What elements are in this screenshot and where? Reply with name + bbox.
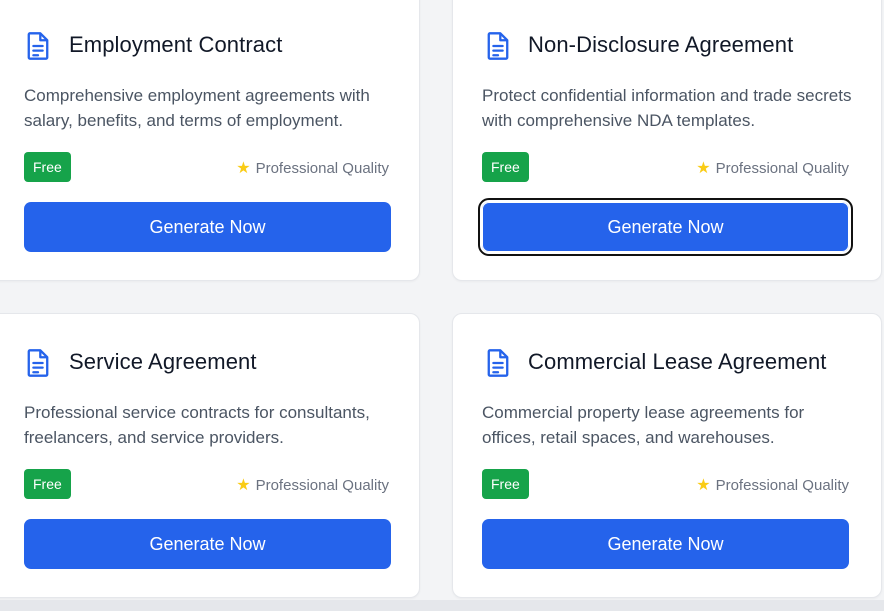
generate-now-button[interactable]: Generate Now bbox=[482, 519, 849, 569]
generate-now-button[interactable]: Generate Now bbox=[478, 198, 853, 256]
quality-label: ★ Professional Quality bbox=[696, 158, 849, 178]
template-card-non-disclosure-agreement: Non-Disclosure Agreement Protect confide… bbox=[452, 0, 882, 281]
card-description: Comprehensive employment agreements with… bbox=[24, 86, 370, 130]
card-description: Commercial property lease agreements for… bbox=[482, 403, 805, 447]
template-card-employment-contract: Employment Contract Comprehensive employ… bbox=[0, 0, 420, 281]
document-icon bbox=[27, 32, 49, 60]
free-badge: Free bbox=[24, 469, 71, 499]
document-icon bbox=[487, 349, 509, 377]
quality-label: ★ Professional Quality bbox=[236, 158, 389, 178]
free-badge: Free bbox=[482, 469, 529, 499]
card-title: Service Agreement bbox=[69, 349, 257, 374]
quality-text: Professional Quality bbox=[255, 477, 389, 494]
generate-now-button[interactable]: Generate Now bbox=[24, 519, 391, 569]
template-card-commercial-lease-agreement: Commercial Lease Agreement Commercial pr… bbox=[452, 313, 882, 598]
free-badge: Free bbox=[24, 152, 71, 182]
star-icon: ★ bbox=[236, 160, 251, 177]
page-bottom-edge bbox=[0, 600, 884, 611]
quality-text: Professional Quality bbox=[715, 160, 849, 177]
card-title: Employment Contract bbox=[69, 32, 283, 57]
quality-text: Professional Quality bbox=[255, 160, 389, 177]
document-icon bbox=[27, 349, 49, 377]
document-icon bbox=[487, 32, 509, 60]
star-icon: ★ bbox=[236, 477, 251, 494]
card-description: Protect confidential information and tra… bbox=[482, 86, 852, 130]
card-title: Non-Disclosure Agreement bbox=[528, 32, 794, 57]
quality-text: Professional Quality bbox=[715, 477, 849, 494]
free-badge: Free bbox=[482, 152, 529, 182]
generate-now-button[interactable]: Generate Now bbox=[24, 202, 391, 252]
card-title: Commercial Lease Agreement bbox=[528, 349, 827, 374]
quality-label: ★ Professional Quality bbox=[696, 475, 849, 495]
template-card-service-agreement: Service Agreement Professional service c… bbox=[0, 313, 420, 598]
quality-label: ★ Professional Quality bbox=[236, 475, 389, 495]
star-icon: ★ bbox=[696, 160, 711, 177]
star-icon: ★ bbox=[696, 477, 711, 494]
card-description: Professional service contracts for consu… bbox=[24, 403, 370, 447]
